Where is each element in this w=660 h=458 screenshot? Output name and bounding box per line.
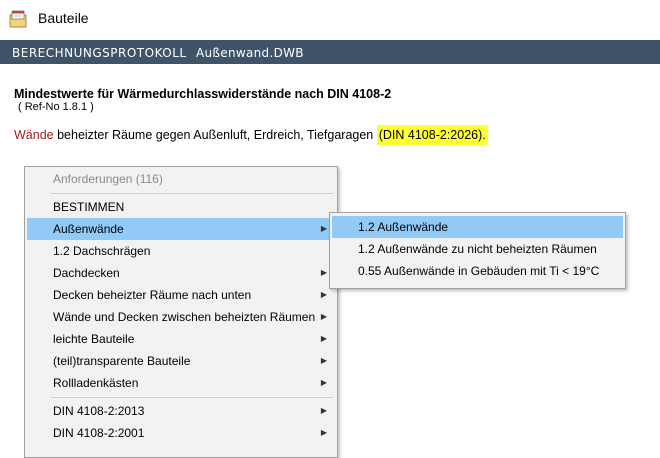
menu-item-label: leichte Bauteile [53,332,135,346]
context-menu: Anforderungen (116) BESTIMMEN Außenwände… [24,166,338,458]
menu-item-roof-ceilings[interactable]: Dachdecken ▶ [27,262,335,284]
menu-item-label: 0.55 Außenwände in Gebäuden mit Ti < 19°… [358,264,600,278]
menu-item-label: 1.2 Dachschrägen [53,244,151,258]
window-title: Bauteile [38,10,89,26]
menu-item-interior-walls[interactable]: Wände und Decken zwischen beheizten Räum… [27,306,335,328]
submenu-arrow-icon: ▶ [320,268,327,277]
reference-number: ( Ref-No 1.8.1 ) [18,101,94,113]
submenu-arrow-icon: ▶ [320,378,327,387]
menu-item-label: Außenwände [53,222,124,236]
menu-item-requirements: Anforderungen (116) [27,168,335,190]
menu-item-label: 1.2 Außenwände zu nicht beheizten Räumen [358,242,597,256]
menu-item-roller-shutter-boxes[interactable]: Rollladenkästen ▶ [27,372,335,394]
norm-highlight: (DIN 4108-2:2026). [376,125,488,145]
title-bar: Bauteile [0,0,660,40]
protocol-header: BERECHNUNGSPROTOKOLL Außenwand.DWB [0,40,660,64]
submenu-arrow-icon: ▶ [320,224,327,233]
submenu-arrow-icon: ▶ [320,312,327,321]
menu-item-label: (teil)transparente Bauteile [53,354,191,368]
submenu-arrow-icon: ▶ [320,406,327,415]
walls-link[interactable]: Wände [14,128,54,142]
description-text: beheizter Räume gegen Außenluft, Erdreic… [53,128,377,142]
menu-item-exterior-walls[interactable]: Außenwände ▶ [27,218,335,240]
menu-item-light-components[interactable]: leichte Bauteile ▶ [27,328,335,350]
header-filename: Außenwand.DWB [196,46,304,60]
submenu-arrow-icon: ▶ [320,334,327,343]
menu-item-label: Dachdecken [53,266,120,280]
submenu-arrow-icon: ▶ [320,290,327,299]
menu-item-label: Wände und Decken zwischen beheizten Räum… [53,310,316,324]
submenu-item-walls-unheated[interactable]: 1.2 Außenwände zu nicht beheizten Räumen [332,238,623,260]
menu-item-din-2001[interactable]: DIN 4108-2:2001 ▶ [27,422,335,444]
content-title: Mindestwerte für Wärmedurchlasswiderstän… [14,87,392,101]
menu-item-din-2013[interactable]: DIN 4108-2:2013 ▶ [27,400,335,422]
menu-item-label: DIN 4108-2:2001 [53,426,145,440]
menu-item-floors-down[interactable]: Decken beheizter Räume nach unten ▶ [27,284,335,306]
submenu-arrow-icon: ▶ [320,428,327,437]
submenu-item-walls-low-temp[interactable]: 0.55 Außenwände in Gebäuden mit Ti < 19°… [332,260,623,282]
menu-separator [51,193,333,194]
menu-item-label: Anforderungen (116) [53,172,163,186]
menu-item-label: Decken beheizter Räume nach unten [53,288,252,302]
menu-item-label: DIN 4108-2:2013 [53,404,145,418]
menu-item-sloped-roofs[interactable]: 1.2 Dachschrägen [27,240,335,262]
menu-item-determine[interactable]: BESTIMMEN [27,196,335,218]
submenu-exterior-walls: 1.2 Außenwände 1.2 Außenwände zu nicht b… [329,212,626,289]
submenu-arrow-icon: ▶ [320,356,327,365]
menu-item-label: 1.2 Außenwände [358,220,449,234]
header-label: BERECHNUNGSPROTOKOLL [12,46,187,60]
menu-separator [51,397,333,398]
folder-calendar-icon [9,10,27,28]
menu-item-label: Rollladenkästen [53,376,139,390]
menu-item-transparent-components[interactable]: (teil)transparente Bauteile ▶ [27,350,335,372]
menu-item-label: BESTIMMEN [53,200,125,214]
submenu-item-exterior-walls[interactable]: 1.2 Außenwände [332,216,623,238]
description-line: Wände beheizter Räume gegen Außenluft, E… [14,125,488,145]
